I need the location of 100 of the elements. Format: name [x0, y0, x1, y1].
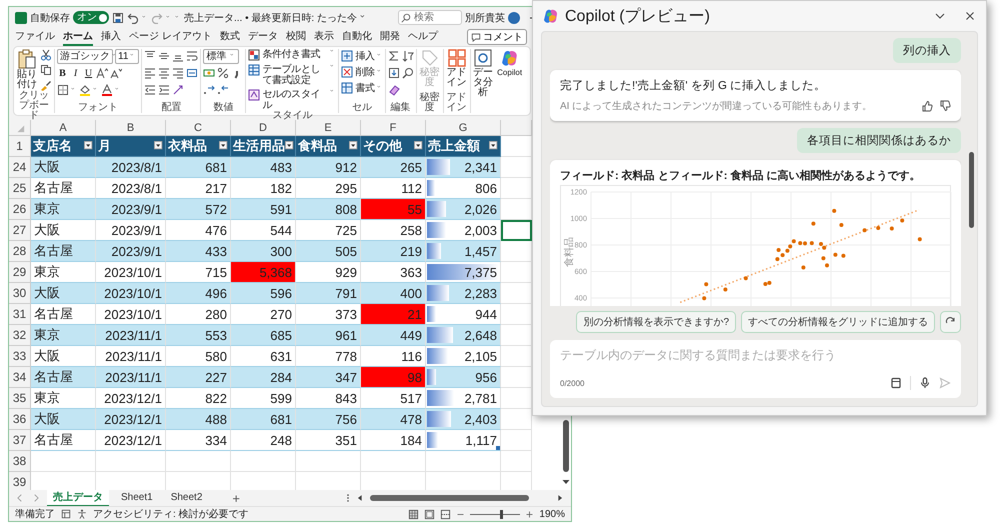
row-header[interactable]: 25	[9, 178, 31, 199]
shrink-font-icon[interactable]	[110, 67, 122, 79]
row-header[interactable]: 33	[9, 346, 31, 367]
filter-button[interactable]	[414, 141, 424, 151]
analyze-data-button[interactable]: データ分析	[472, 49, 494, 98]
row-header[interactable]: 26	[9, 199, 31, 220]
sheet-tab[interactable]: Sheet1	[115, 490, 159, 506]
zoom-slider-thumb[interactable]	[500, 510, 504, 518]
indent-decrease-icon[interactable]	[144, 84, 156, 96]
format-button[interactable]: I	[70, 68, 81, 78]
font-size-field[interactable]: 11	[115, 48, 140, 64]
zoom-in-icon[interactable]	[525, 510, 534, 518]
percent-icon[interactable]	[217, 67, 230, 79]
undo-icon[interactable]	[127, 12, 139, 24]
column-header[interactable]: G	[426, 120, 501, 136]
font-name-field[interactable]: 游ゴシック	[57, 48, 113, 64]
style-menu-button[interactable]: セルのスタイル	[248, 89, 336, 111]
copy-icon[interactable]	[40, 64, 52, 76]
save-icon[interactable]	[112, 12, 124, 24]
column-header[interactable]: D	[231, 120, 296, 136]
paste-button[interactable]: 貼り付け	[16, 49, 38, 90]
align-middle-icon[interactable]	[158, 50, 170, 62]
filter-button[interactable]	[349, 141, 359, 151]
format-button[interactable]: B	[57, 68, 68, 78]
scrollbar-thumb[interactable]	[563, 420, 569, 472]
align-right-icon[interactable]	[172, 67, 184, 79]
menu-tab[interactable]: 表示	[314, 28, 334, 46]
cell-menu-button[interactable]: 挿入	[341, 49, 383, 62]
number-format-field[interactable]: 標準	[203, 48, 240, 64]
fill-down-icon[interactable]	[388, 67, 400, 79]
close-icon[interactable]	[964, 10, 976, 22]
menu-tab[interactable]: データ	[248, 28, 278, 46]
sheet-tab[interactable]: Sheet2	[164, 490, 208, 506]
row-header[interactable]: 34	[9, 367, 31, 388]
row-header[interactable]: 32	[9, 325, 31, 346]
menu-tab[interactable]: ヘルプ	[408, 28, 438, 46]
row-header[interactable]: 37	[9, 430, 31, 451]
document-title[interactable]: 売上データ... • 最終更新日時: たった今	[184, 10, 357, 24]
brush-icon[interactable]	[40, 79, 52, 91]
menu-tab[interactable]: 挿入	[101, 28, 121, 46]
column-header[interactable]: F	[361, 120, 426, 136]
chat-input[interactable]: テーブル内のデータに関する質問または要求を行う	[560, 348, 951, 362]
row-header[interactable]: 29	[9, 262, 31, 283]
border-icon[interactable]	[57, 84, 69, 96]
comment-icon[interactable]	[471, 32, 481, 42]
autosave-toggle[interactable]: オン	[73, 11, 109, 24]
decimal-increase-icon[interactable]	[203, 84, 216, 96]
sort-filter-icon[interactable]	[402, 50, 414, 62]
page-break-icon[interactable]	[440, 508, 452, 520]
sheet-tab[interactable]: 売上データ	[47, 489, 109, 507]
align-left-icon[interactable]	[144, 67, 156, 79]
row-header[interactable]: 38	[9, 451, 31, 472]
notebook-icon[interactable]	[890, 377, 902, 389]
mic-icon[interactable]	[919, 377, 931, 389]
filter-button[interactable]	[285, 141, 295, 151]
fill-color-icon[interactable]	[79, 84, 91, 96]
thumbs-up-icon[interactable]	[921, 100, 933, 112]
menu-tab[interactable]: 自動化	[342, 28, 372, 46]
orientation-icon[interactable]	[172, 84, 184, 96]
decimal-decrease-icon[interactable]	[217, 84, 230, 96]
suggestion-button[interactable]: すべての分析情報をグリッドに追加する	[741, 311, 935, 333]
column-header[interactable]: A	[31, 120, 96, 136]
addins-button[interactable]: アドイン	[446, 49, 468, 88]
sum-icon[interactable]	[388, 50, 400, 62]
accessibility-icon[interactable]	[77, 509, 87, 519]
merge-icon[interactable]	[186, 67, 198, 79]
menu-tab[interactable]: 校閲	[286, 28, 306, 46]
filter-button[interactable]	[154, 141, 164, 151]
indent-increase-icon[interactable]	[158, 84, 170, 96]
row-header[interactable]: 39	[9, 472, 31, 490]
menu-tab[interactable]: 開発	[380, 28, 400, 46]
copilot-button[interactable]: Copilot	[496, 49, 524, 78]
align-center-icon[interactable]	[158, 67, 170, 79]
row-header[interactable]: 31	[9, 304, 31, 325]
row-header[interactable]: 24	[9, 157, 31, 178]
menu-tab[interactable]: ページ レイアウト	[129, 28, 212, 46]
wrap-text-icon[interactable]	[186, 50, 198, 62]
thumbs-down-icon[interactable]	[939, 100, 951, 112]
style-menu-button[interactable]: 条件付き書式	[248, 49, 336, 61]
refresh-button[interactable]	[940, 311, 961, 333]
search-icon[interactable]	[401, 13, 411, 23]
scrollbar-thumb[interactable]	[370, 495, 529, 501]
resize-handle[interactable]	[496, 446, 500, 450]
scrollbar-thumb[interactable]	[969, 152, 974, 228]
suggestion-button[interactable]: 別の分析情報を表示できますか?	[576, 311, 736, 333]
avatar-icon[interactable]	[508, 12, 520, 24]
format-button[interactable]: U	[83, 68, 94, 78]
filter-button[interactable]	[219, 141, 229, 151]
row-header[interactable]: 1	[9, 136, 31, 157]
search-field[interactable]: 検索	[398, 10, 462, 25]
row-header[interactable]: 27	[9, 220, 31, 241]
column-header[interactable]: C	[166, 120, 231, 136]
normal-view-icon[interactable]	[408, 508, 420, 520]
menu-tab[interactable]: 数式	[220, 28, 240, 46]
cell-menu-button[interactable]: 書式	[341, 81, 383, 94]
column-header[interactable]: B	[96, 120, 166, 136]
currency-icon[interactable]	[203, 67, 216, 79]
cell-menu-button[interactable]: 削除	[341, 65, 383, 78]
row-header[interactable]: 35	[9, 388, 31, 409]
column-header[interactable]: E	[296, 120, 361, 136]
